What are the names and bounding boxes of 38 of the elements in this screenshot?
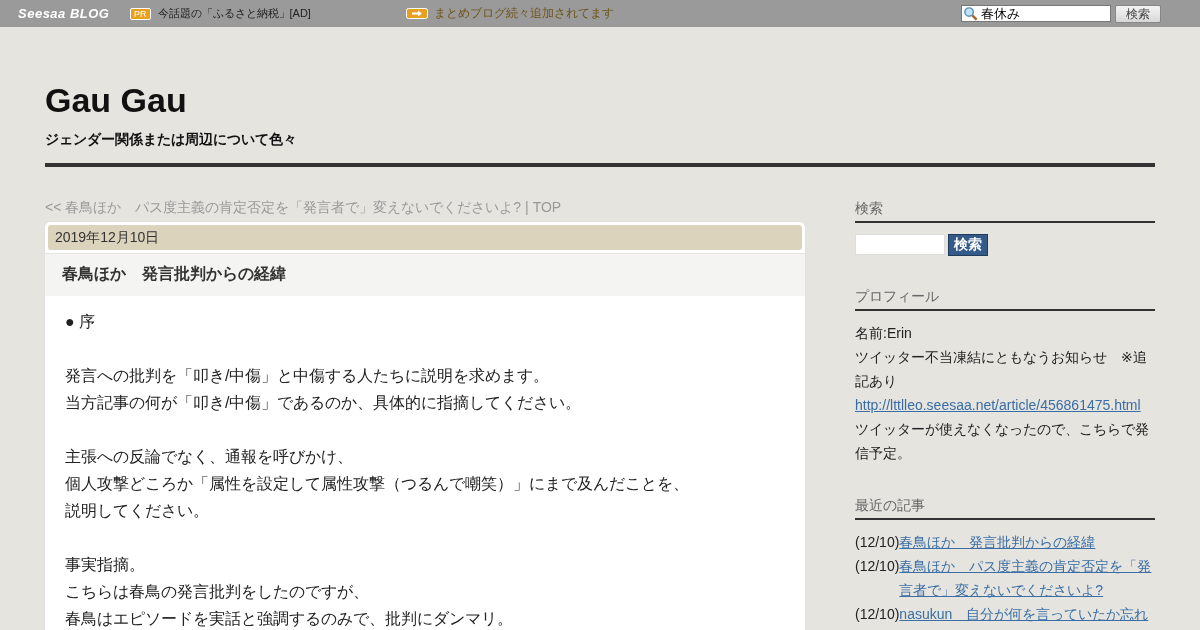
pr-badge: PR [130,7,151,20]
article-date: 2019年12月10日 [48,225,802,250]
recent-article-link[interactable]: 春鳥ほか 発言批判からの経緯 [899,530,1155,554]
sidebar-heading: 検索 [855,198,1155,223]
search-field[interactable]: 春休み [961,5,1111,22]
article-text: ● 序 [65,312,97,332]
article-text: 事実指摘。 [65,555,146,575]
ad-link[interactable]: 今話題の「ふるさと納税」[AD] [157,6,406,21]
profile-text: ツイッター不当凍結にともなうお知らせ ※追記あり [855,348,1148,391]
article-date: (12/10) [855,605,900,624]
blog-logo[interactable]: Seesaa BLOG [18,6,130,21]
article-title[interactable]: 春鳥ほか 発言批判からの経緯 [45,253,805,296]
sidebar-heading: プロフィール [855,286,1155,311]
article-text: こちらは春鳥の発言批判をしたのですが、 [65,582,370,602]
article-date: (12/10) [855,533,900,552]
profile-text: ツイッターが使えなくなったので、こちらで発信予定。 [855,420,1150,463]
blog-subtitle: ジェンダー関係または周辺について色々 [45,131,298,149]
recent-article-link[interactable]: nasukun 自分が何を言っていたか忘れ [899,602,1155,626]
top-link[interactable]: TOP [532,198,562,216]
recent-article-link[interactable]: 春鳥ほか パス度主義の肯定否定を「発言者で」変えないでくださいよ? [899,554,1155,602]
article-text: 発言への批判を「叩き/中傷」と中傷する人たちに説明を求めます。 [65,366,551,386]
previous-article-link[interactable]: << 春鳥ほか パス度主義の肯定否定を「発言者で」変えないでくださいよ? [45,198,522,216]
article-date: (12/10) [855,557,900,576]
notice-link[interactable]: まとめブログ続々追加されてます [433,5,614,22]
article-text: 主張への反論でなく、通報を呼びかけ、 [65,447,354,467]
article-text: 説明してください。 [65,501,210,521]
search-button[interactable]: 検索 [1115,4,1161,23]
article-text: 春鳥はエピソードを実話と強調するのみで、批判にダンマリ。 [65,609,514,629]
search-icon [963,6,978,21]
search-field[interactable] [855,234,945,255]
article-text: 当方記事の何が「叩き/中傷」であるのか、具体的に指摘してください。 [65,393,583,413]
search-button[interactable]: 検索 [948,234,988,256]
profile-link[interactable]: http://lttlleo.seesaa.net/article/456861475.html [855,393,1155,417]
blog-title[interactable]: Gau Gau [45,79,1155,121]
profile-text: 名前:Erin [855,324,913,343]
article-text: 個人攻撃どころか「属性を設定して属性攻撃（つるんで嘲笑）」にまで及んだことを、 [65,474,690,494]
nav-separator: | [525,198,529,216]
sidebar-heading: 最近の記事 [855,495,1155,520]
